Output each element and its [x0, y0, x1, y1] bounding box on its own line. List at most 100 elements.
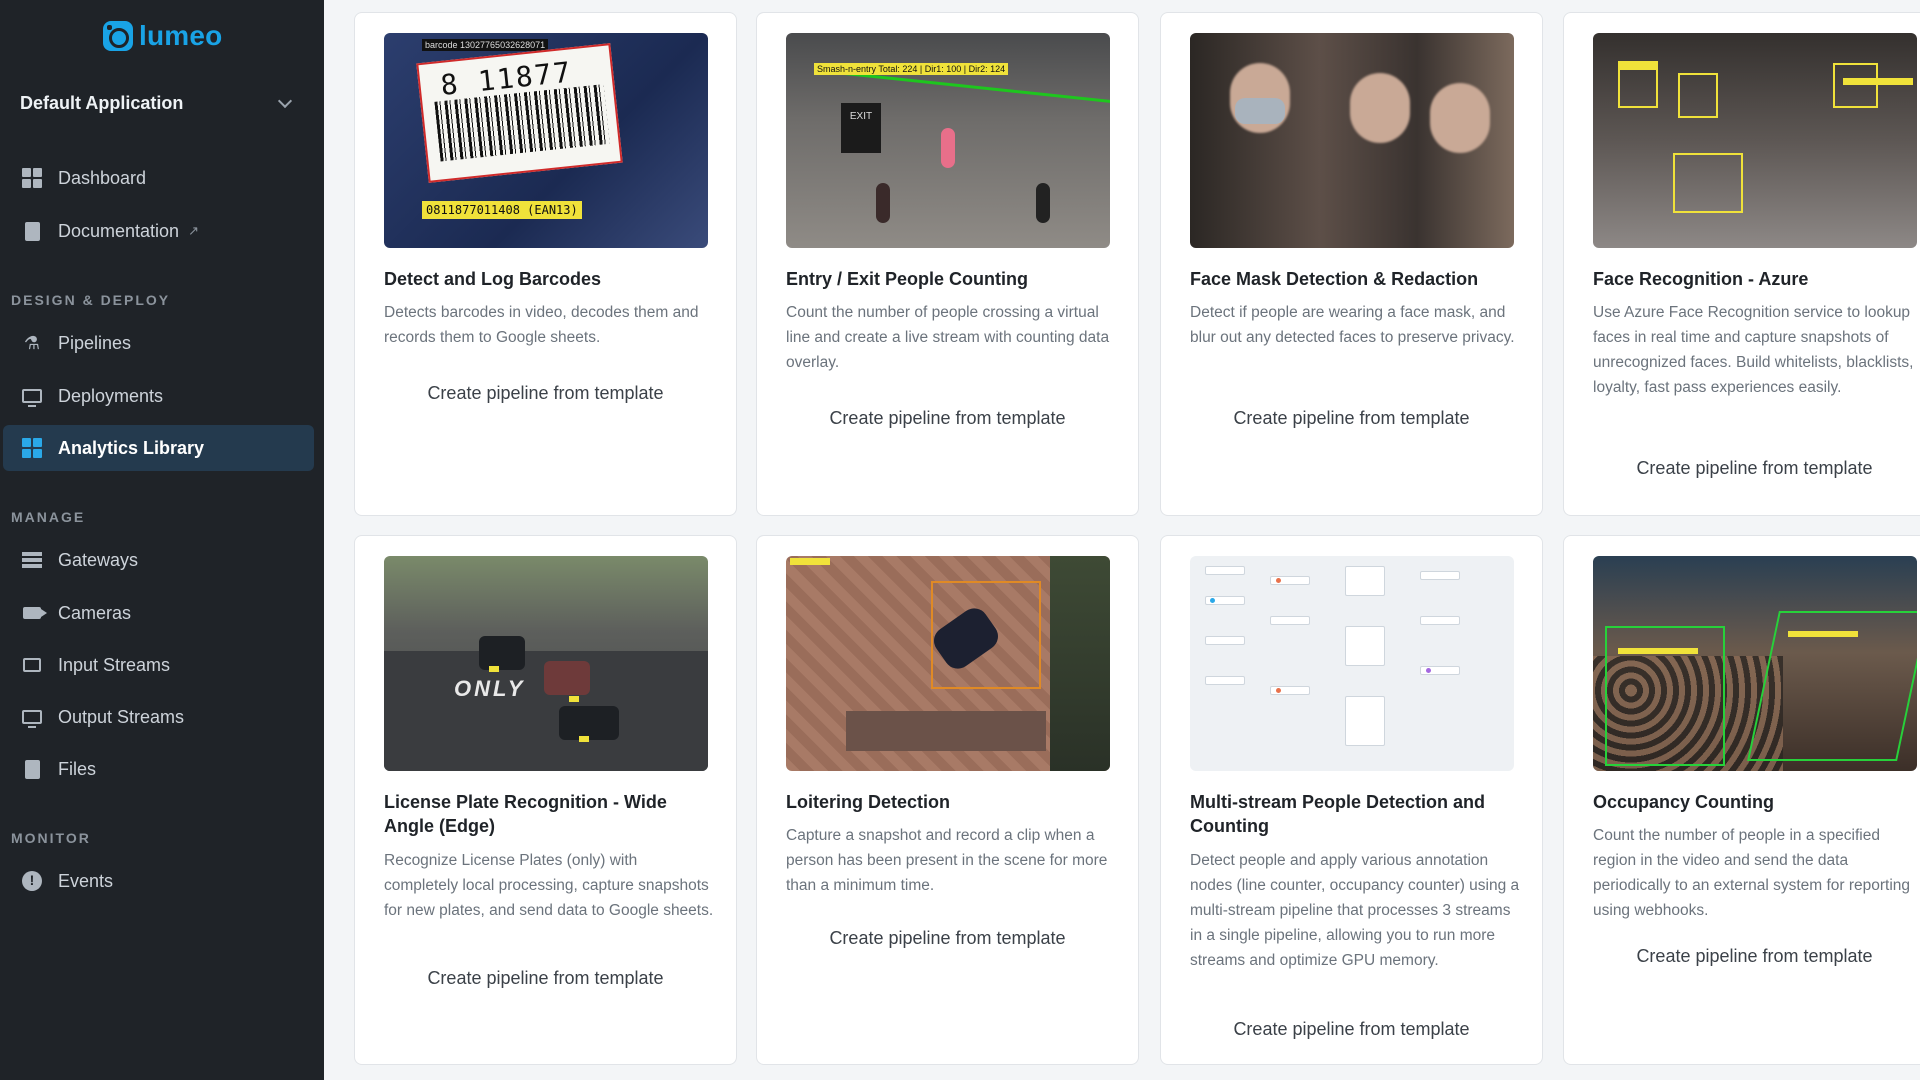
- face-mask: [1235, 98, 1285, 124]
- template-description: Count the number of people crossing a vi…: [786, 304, 1110, 371]
- brand-logo[interactable]: lumeo: [103, 20, 222, 52]
- pipeline-node: [1205, 676, 1245, 685]
- application-selector[interactable]: Default Application: [20, 93, 298, 114]
- template-card-license-plate[interactable]: ONLY License Plate Recognition - Wide An…: [354, 535, 737, 1065]
- sidebar-item-cameras[interactable]: Cameras: [3, 590, 314, 636]
- section-heading-monitor: MONITOR: [11, 830, 91, 846]
- create-pipeline-button[interactable]: Create pipeline from template: [1161, 408, 1542, 429]
- sidebar-item-dashboard[interactable]: Dashboard: [3, 155, 314, 201]
- region-tag: [1618, 648, 1698, 654]
- pipeline-node: [1205, 566, 1245, 575]
- plate-marker: [569, 696, 579, 702]
- sidebar-item-label: Events: [58, 870, 114, 891]
- pipeline-node: [1345, 566, 1385, 596]
- node-dot: [1276, 578, 1281, 583]
- template-card-barcodes[interactable]: barcode 13027765032628071 8 11877 01140 …: [354, 12, 737, 516]
- template-title: Multi-stream People Detection and Counti…: [1190, 792, 1486, 836]
- node-dot: [1210, 598, 1215, 603]
- plate-marker: [489, 666, 499, 672]
- template-thumbnail: Smash-n-entry Total: 224 | Dir1: 100 | D…: [786, 33, 1110, 248]
- sidebar: lumeo Default Application Dashboard Docu…: [0, 0, 324, 1080]
- plate-marker: [579, 736, 589, 742]
- sidebar-item-events[interactable]: Events: [3, 858, 314, 904]
- template-description: Detect people and apply various annotati…: [1190, 852, 1520, 969]
- car-figure: [559, 706, 619, 740]
- template-title: Face Recognition - Azure: [1593, 269, 1809, 289]
- template-description: Recognize License Plates (only) with com…: [384, 852, 714, 919]
- overlay-tag: [790, 558, 830, 565]
- create-pipeline-button[interactable]: Create pipeline from template: [1161, 1019, 1542, 1040]
- person-figure: [1036, 183, 1050, 223]
- template-thumbnail: [1593, 556, 1917, 771]
- occupancy-region: [1605, 626, 1725, 766]
- template-title: Occupancy Counting: [1593, 792, 1775, 812]
- region-tag: [1788, 631, 1858, 637]
- template-card-multi-stream[interactable]: Multi-stream People Detection and Counti…: [1160, 535, 1543, 1065]
- node-dot: [1426, 668, 1431, 673]
- create-pipeline-button[interactable]: Create pipeline from template: [355, 383, 736, 404]
- sidebar-item-pipelines[interactable]: ⚗ Pipelines: [3, 320, 314, 366]
- template-description: Count the number of people in a specifie…: [1593, 827, 1911, 919]
- create-pipeline-button[interactable]: Create pipeline from template: [757, 408, 1138, 429]
- external-link-icon: ↗: [188, 223, 199, 238]
- template-thumbnail: [1190, 556, 1514, 771]
- sidebar-item-label: Input Streams: [58, 654, 171, 675]
- template-card-entry-exit[interactable]: Smash-n-entry Total: 224 | Dir1: 100 | D…: [756, 12, 1139, 516]
- person-figure: [876, 183, 890, 223]
- template-card-face-recognition[interactable]: Face Recognition - Azure Use Azure Face …: [1563, 12, 1920, 516]
- template-description: Detect if people are wearing a face mask…: [1190, 304, 1515, 346]
- bush: [1050, 556, 1110, 771]
- sidebar-item-label: Pipelines: [58, 332, 132, 353]
- template-card-face-mask[interactable]: Face Mask Detection & Redaction Detect i…: [1160, 12, 1543, 516]
- sidebar-item-deployments[interactable]: Deployments: [3, 373, 314, 419]
- template-title: Detect and Log Barcodes: [384, 269, 602, 289]
- thumbnail-caption: barcode 13027765032628071: [422, 39, 549, 51]
- gateway-icon: [21, 549, 43, 571]
- create-pipeline-button[interactable]: Create pipeline from template: [1564, 946, 1920, 967]
- template-description: Detects barcodes in video, decodes them …: [384, 304, 699, 346]
- section-heading-manage: MANAGE: [11, 509, 86, 525]
- template-thumbnail: [1593, 33, 1917, 248]
- pipeline-node: [1345, 626, 1385, 666]
- face-bounding-box: [1618, 68, 1658, 108]
- exit-sign: EXIT: [841, 103, 881, 153]
- template-thumbnail: barcode 13027765032628071 8 11877 01140 …: [384, 33, 708, 248]
- sidebar-item-output-streams[interactable]: Output Streams: [3, 694, 314, 740]
- road-marking: ONLY: [454, 676, 526, 701]
- sidebar-item-files[interactable]: Files: [3, 746, 314, 792]
- template-thumbnail: ONLY: [384, 556, 708, 771]
- template-card-occupancy[interactable]: Occupancy Counting Count the number of p…: [1563, 535, 1920, 1065]
- pipeline-node: [1420, 616, 1460, 625]
- template-title: License Plate Recognition - Wide Angle (…: [384, 792, 667, 836]
- barcode-detection-tag: 0811877011408 (EAN13): [422, 201, 582, 219]
- pipeline-node: [1270, 616, 1310, 625]
- steps: [846, 711, 1046, 751]
- sidebar-item-documentation[interactable]: Documentation ↗: [3, 208, 314, 254]
- section-heading-design-deploy: DESIGN & DEPLOY: [11, 292, 171, 308]
- dashboard-icon: [21, 167, 43, 189]
- sidebar-item-gateways[interactable]: Gateways: [3, 537, 314, 583]
- book-icon: [21, 220, 43, 242]
- barcode-label: 8 11877 01140: [416, 43, 623, 183]
- lumeo-logo-icon: [103, 21, 133, 51]
- monitor-icon: [21, 706, 43, 728]
- pipelines-icon: ⚗: [23, 332, 41, 353]
- sidebar-item-label: Files: [58, 758, 97, 779]
- face-tag: [1843, 78, 1913, 85]
- template-thumbnail: [1190, 33, 1514, 248]
- sidebar-item-analytics-library[interactable]: Analytics Library: [3, 425, 314, 471]
- template-card-loitering[interactable]: Loitering Detection Capture a snapshot a…: [756, 535, 1139, 1065]
- pipeline-node: [1205, 636, 1245, 645]
- sidebar-item-input-streams[interactable]: Input Streams: [3, 642, 314, 688]
- person-figure: [941, 128, 955, 168]
- cast-icon: [21, 654, 43, 676]
- create-pipeline-button[interactable]: Create pipeline from template: [757, 928, 1138, 949]
- sidebar-item-label: Dashboard: [58, 167, 147, 188]
- template-description: Capture a snapshot and record a clip whe…: [786, 827, 1108, 894]
- face-tag: [1618, 61, 1658, 68]
- create-pipeline-button[interactable]: Create pipeline from template: [1564, 458, 1920, 479]
- create-pipeline-button[interactable]: Create pipeline from template: [355, 968, 736, 989]
- brand-name: lumeo: [139, 20, 223, 51]
- template-thumbnail: [786, 556, 1110, 771]
- template-title: Entry / Exit People Counting: [786, 269, 1029, 289]
